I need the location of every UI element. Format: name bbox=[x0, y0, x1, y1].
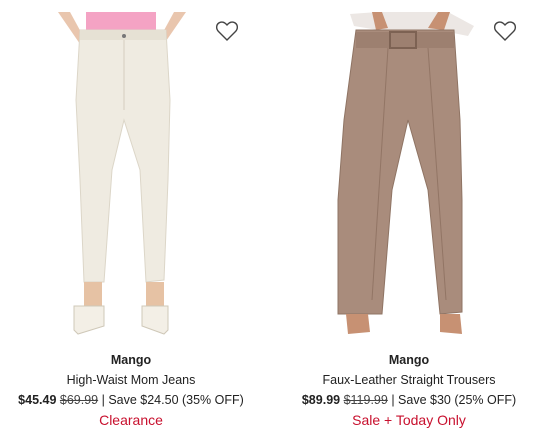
product-name[interactable]: High-Waist Mom Jeans bbox=[0, 372, 262, 388]
product-name[interactable]: Faux-Leather Straight Trousers bbox=[278, 372, 540, 388]
original-price: $69.99 bbox=[59, 393, 99, 407]
savings-text: | Save $30 (25% OFF) bbox=[387, 393, 517, 407]
sale-price: $45.49 bbox=[18, 393, 57, 407]
price-line: $89.99 $119.99 | Save $30 (25% OFF) bbox=[278, 392, 540, 408]
promo-badge: Clearance bbox=[99, 412, 163, 428]
product-card[interactable]: Mango Faux-Leather Straight Trousers $89… bbox=[278, 0, 540, 438]
sale-price: $89.99 bbox=[301, 393, 341, 407]
brand-name[interactable]: Mango bbox=[278, 352, 540, 368]
product-grid: Mango High-Waist Mom Jeans $45.49 $69.99… bbox=[0, 0, 544, 438]
original-price: $119.99 bbox=[343, 393, 388, 407]
product-info: Mango High-Waist Mom Jeans $45.49 $69.99… bbox=[0, 352, 262, 429]
price-line: $45.49 $69.99 | Save $24.50 (35% OFF) bbox=[0, 392, 262, 408]
brand-name[interactable]: Mango bbox=[0, 352, 262, 368]
product-card[interactable]: Mango High-Waist Mom Jeans $45.49 $69.99… bbox=[0, 0, 262, 438]
product-image[interactable] bbox=[278, 0, 540, 340]
heart-outline-icon[interactable] bbox=[215, 20, 239, 42]
product-image[interactable] bbox=[0, 0, 262, 340]
promo-badge: Sale + Today Only bbox=[352, 412, 466, 428]
product-info: Mango Faux-Leather Straight Trousers $89… bbox=[278, 352, 540, 429]
savings-text: | Save $24.50 (35% OFF) bbox=[98, 393, 244, 407]
heart-outline-icon[interactable] bbox=[493, 20, 517, 42]
